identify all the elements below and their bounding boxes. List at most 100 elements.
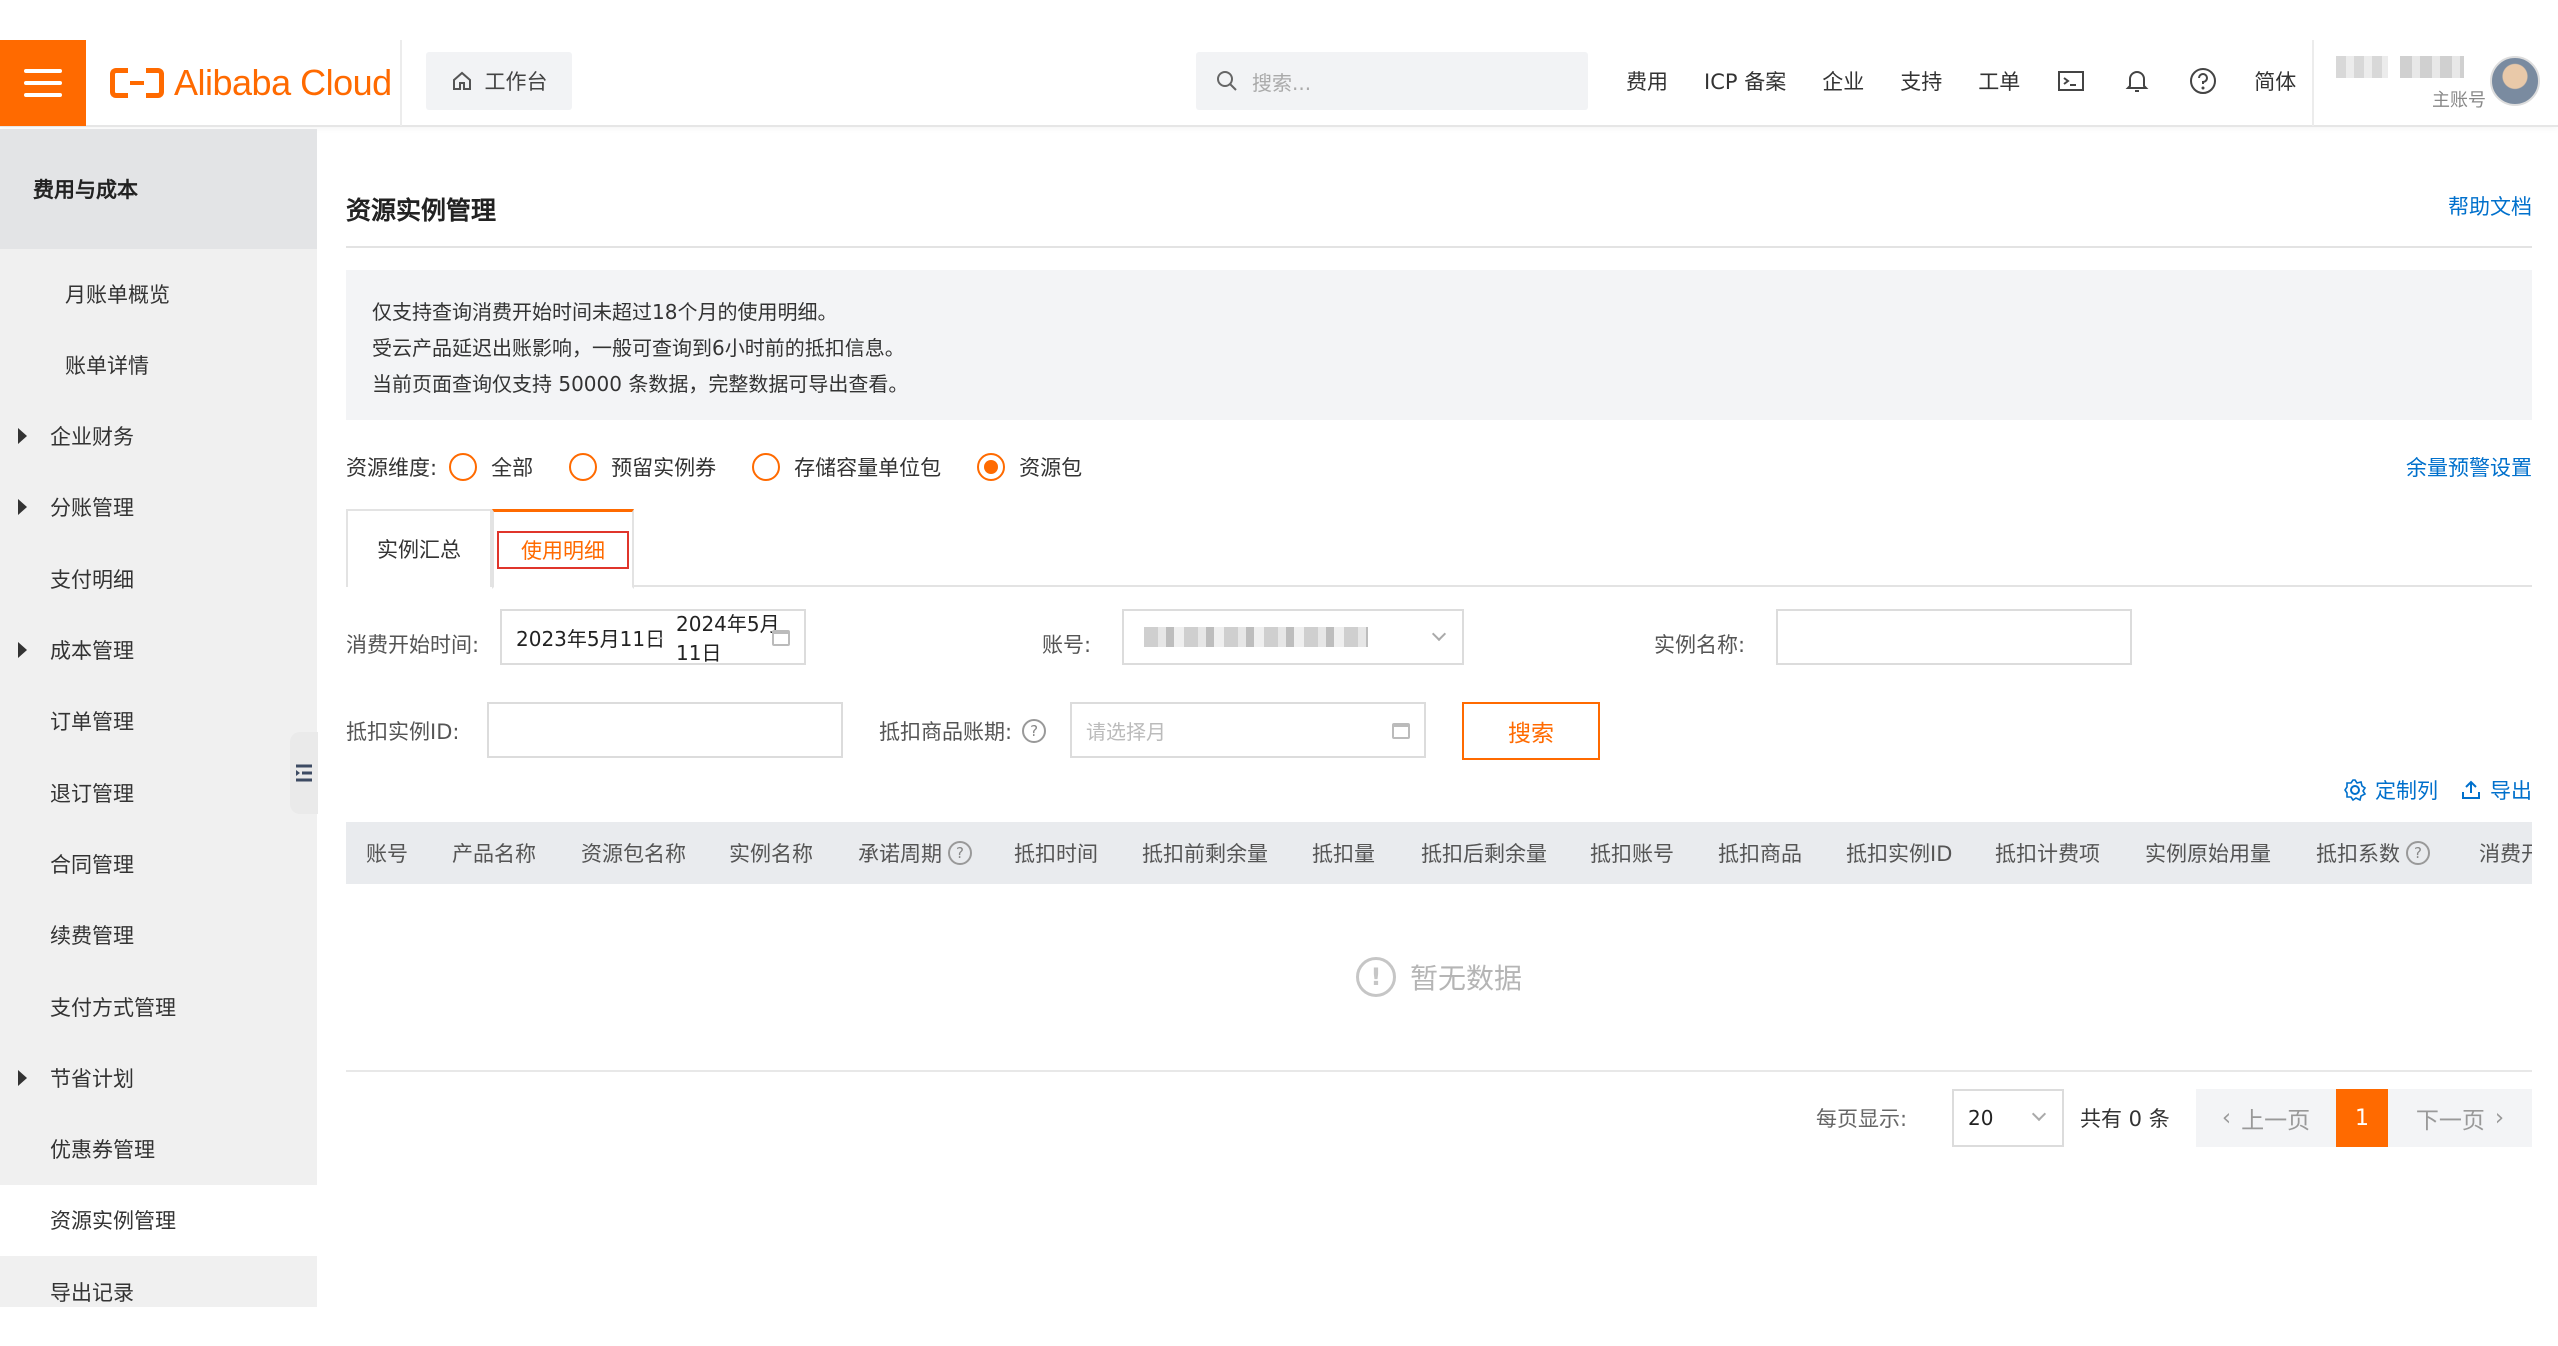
sidebar-item-label: 退订管理 (50, 781, 134, 806)
column-header-label: 账号 (366, 842, 408, 866)
sidebar-item[interactable]: 支付方式管理 (0, 971, 317, 1042)
dimension-radio[interactable]: 资源包 (977, 452, 1082, 482)
sidebar-item[interactable]: 节省计划 (0, 1042, 317, 1113)
sidebar-item[interactable]: 导出记录 (0, 1256, 317, 1327)
divider (346, 246, 2532, 248)
deduct-instance-id-input[interactable] (487, 702, 843, 758)
sidebar-item[interactable]: 退订管理 (0, 757, 317, 828)
column-header: 抵扣后剩余量 (1421, 822, 1547, 884)
search-button[interactable]: 搜索 (1462, 702, 1600, 760)
terminal-icon[interactable] (2056, 66, 2086, 96)
nav-icp[interactable]: ICP 备案 (1704, 66, 1786, 96)
logo-text: Alibaba Cloud (174, 62, 392, 103)
sidebar-item[interactable]: 企业财务 (0, 401, 317, 472)
caret-right-icon (18, 1069, 27, 1086)
question-icon[interactable]: ? (1022, 719, 1047, 743)
dimension-radio[interactable]: 存储容量单位包 (752, 452, 941, 482)
dimension-radio-label: 资源包 (1019, 456, 1083, 480)
customize-columns-button[interactable]: 定制列 (2343, 775, 2438, 805)
nav-support[interactable]: 支持 (1900, 66, 1942, 96)
column-header-label: 抵扣实例ID (1846, 842, 1953, 866)
column-header: 抵扣系数? (2316, 822, 2430, 884)
column-header-label: 抵扣账号 (1590, 842, 1674, 866)
instance-name-input[interactable] (1776, 609, 2132, 665)
nav-ticket[interactable]: 工单 (1978, 66, 2020, 96)
account-name-redacted (2336, 56, 2388, 78)
sidebar-item-label: 优惠券管理 (50, 1138, 155, 1163)
sidebar-item[interactable]: 优惠券管理 (0, 1114, 317, 1185)
column-header: 消费开 (2479, 822, 2532, 884)
alibaba-cloud-logo[interactable]: Alibaba Cloud (110, 62, 392, 104)
divider (2312, 40, 2314, 126)
dimension-radio-label: 预留实例券 (611, 456, 717, 480)
page-size-select[interactable]: 20 (1952, 1089, 2064, 1147)
hamburger-menu-button[interactable] (0, 40, 86, 126)
sidebar-collapse-button[interactable] (290, 732, 318, 814)
column-header: 抵扣时间 (1014, 822, 1098, 884)
dimension-radio-group: 资源维度: 全部 预留实例券 存储容量单位包 资源包 余量预警设置 (346, 447, 2532, 487)
date-range-picker[interactable]: 2023年5月11日 - 2024年5月11日 (500, 609, 806, 665)
help-icon[interactable] (2188, 66, 2218, 96)
total-count: 共有 0 条 (2080, 1107, 2170, 1131)
dimension-radio-label: 全部 (491, 456, 534, 480)
calendar-icon (772, 630, 790, 646)
account-select[interactable] (1122, 609, 1464, 665)
sidebar-item[interactable]: 账单详情 (0, 329, 317, 400)
search-placeholder: 搜索... (1252, 70, 1312, 95)
search-icon (1217, 71, 1237, 91)
dimension-radio[interactable]: 全部 (449, 452, 533, 482)
nav-enterprise[interactable]: 企业 (1822, 66, 1864, 96)
sidebar-item[interactable]: 支付明细 (0, 543, 317, 614)
account-name-redacted (2400, 56, 2464, 78)
sidebar-item[interactable]: 成本管理 (0, 615, 317, 686)
column-header: 抵扣计费项 (1995, 822, 2100, 884)
deduct-period-picker[interactable]: 请选择月 (1070, 702, 1426, 758)
column-header: 抵扣前剩余量 (1142, 822, 1268, 884)
question-icon[interactable]: ? (2406, 841, 2430, 865)
column-header-label: 实例原始用量 (2145, 842, 2271, 866)
account-role: 主账号 (2432, 90, 2486, 111)
page-size-value: 20 (1968, 1106, 1994, 1130)
bell-icon[interactable] (2122, 66, 2152, 96)
deduct-period-label-wrap: 抵扣商品账期: ? (879, 716, 1047, 746)
caret-right-icon (18, 642, 27, 658)
radio-circle-icon (752, 453, 781, 481)
next-page-button[interactable]: 下一页 › (2388, 1089, 2532, 1147)
home-icon (452, 71, 471, 90)
sidebar-item-label: 资源实例管理 (50, 1209, 176, 1234)
export-label: 导出 (2490, 779, 2532, 803)
language-switch[interactable]: 简体 (2254, 66, 2296, 96)
sidebar-item-label: 月账单概览 (65, 282, 170, 307)
tab-usage-detail[interactable]: 使用明细 (492, 509, 634, 589)
column-header-label: 实例名称 (729, 842, 813, 866)
start-time-label: 消费开始时间: (346, 633, 480, 657)
instance-name-label: 实例名称: (1654, 633, 1746, 657)
nav-fee[interactable]: 费用 (1626, 66, 1668, 96)
export-button[interactable]: 导出 (2460, 775, 2532, 805)
chevron-down-icon (1431, 626, 1447, 642)
sidebar-item[interactable]: 订单管理 (0, 686, 317, 757)
tab-usage-detail-label: 使用明细 (497, 530, 629, 569)
user-account[interactable]: 主账号 (2336, 48, 2496, 114)
sidebar-item[interactable]: 资源实例管理 (0, 1184, 317, 1256)
sidebar-item[interactable]: 月账单概览 (0, 258, 317, 329)
prev-page-button[interactable]: ‹ 上一页 (2196, 1089, 2336, 1147)
page-size-label: 每页显示: (1816, 1107, 1908, 1131)
column-header: 实例原始用量 (2145, 822, 2271, 884)
avatar[interactable] (2490, 56, 2540, 106)
sidebar-item[interactable]: 分账管理 (0, 472, 317, 543)
workbench-button[interactable]: 工作台 (426, 52, 572, 110)
deduct-instance-id-label: 抵扣实例ID: (346, 720, 460, 744)
current-page-button[interactable]: 1 (2336, 1089, 2388, 1147)
dimension-radio[interactable]: 预留实例券 (569, 452, 716, 482)
table-tools: 定制列 导出 (2343, 775, 2532, 805)
tab-instance-summary[interactable]: 实例汇总 (346, 509, 492, 587)
sidebar-item[interactable]: 合同管理 (0, 828, 317, 899)
page-title: 资源实例管理 (346, 196, 497, 225)
global-search-input[interactable]: 搜索... (1196, 52, 1588, 110)
sidebar-item[interactable]: 续费管理 (0, 900, 317, 971)
chevron-left-icon: ‹ (2221, 1105, 2232, 1131)
help-docs-link[interactable]: 帮助文档 (2448, 191, 2532, 221)
question-icon[interactable]: ? (948, 841, 972, 865)
balance-alert-setting-link[interactable]: 余量预警设置 (2406, 452, 2532, 482)
